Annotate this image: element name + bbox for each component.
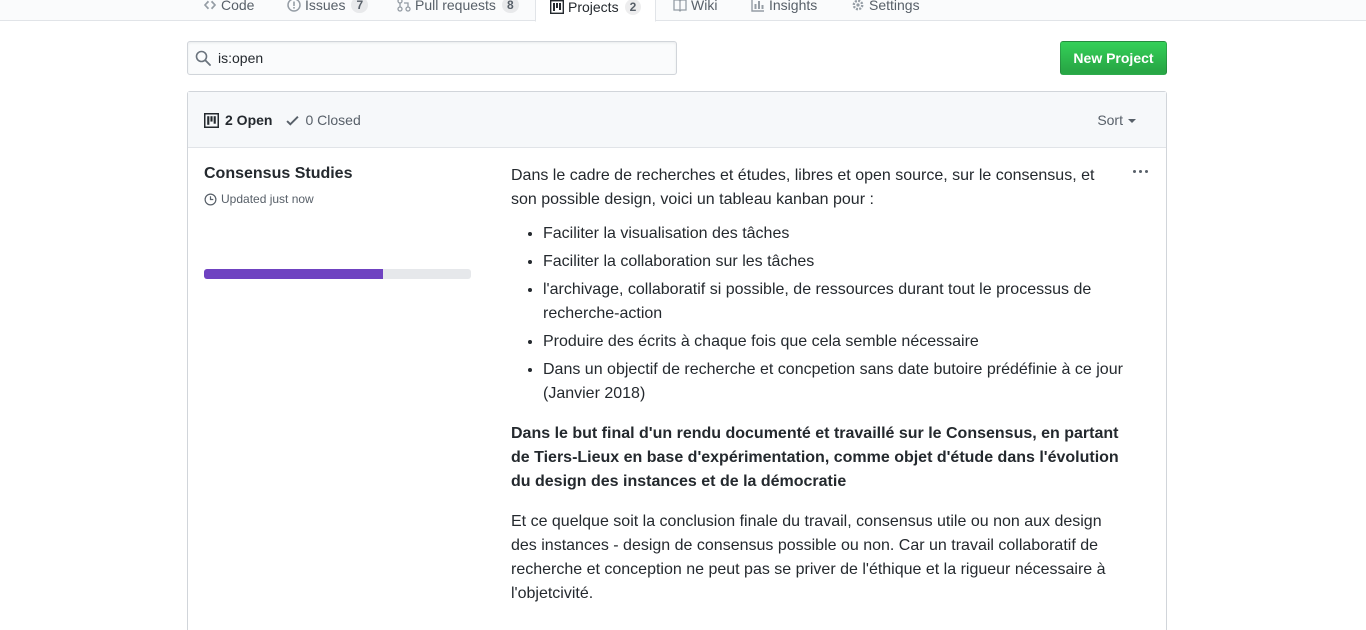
pull-request-icon: [397, 0, 411, 12]
tab-pull-requests-label: Pull requests: [415, 0, 496, 13]
code-icon: [203, 0, 217, 12]
description-goal: Dans le but final d'un rendu documenté e…: [511, 425, 1119, 490]
projects-count: 2: [624, 0, 642, 15]
project-updated: Updated just now: [204, 192, 314, 206]
tab-pull-requests[interactable]: Pull requests 8: [397, 0, 519, 21]
tab-insights-label: Insights: [769, 0, 818, 13]
new-project-button[interactable]: New Project: [1060, 41, 1167, 75]
project-icon: [204, 112, 219, 128]
gear-icon: [851, 0, 865, 12]
list-item: l'archivage, collaboratif si possible, d…: [543, 278, 1123, 326]
search-box: [187, 41, 677, 75]
tab-settings[interactable]: Settings: [851, 0, 920, 21]
repo-nav: Code Issues 7 Pull requests 8 Projects 2…: [0, 0, 1366, 22]
list-item: Faciliter la visualisation des tâches: [543, 222, 1123, 246]
tab-wiki-label: Wiki: [691, 0, 718, 13]
list-item: Dans un objectif de recherche et concpet…: [543, 358, 1123, 406]
updated-text: Updated just now: [221, 192, 314, 206]
tab-projects-label: Projects: [568, 0, 619, 15]
project-title-link[interactable]: Consensus Studies: [204, 165, 352, 183]
more-options-icon[interactable]: [1133, 170, 1148, 173]
open-filter[interactable]: 2 Open: [204, 112, 272, 128]
project-progress-bar: [204, 269, 471, 279]
issue-icon: [287, 0, 301, 12]
description-intro: Dans le cadre de recherches et études, l…: [511, 167, 1095, 208]
list-item: Produire des écrits à chaque fois que ce…: [543, 330, 1123, 354]
projects-list: 2 Open 0 Closed Sort Consensus Studies U…: [187, 91, 1167, 630]
projects-header: 2 Open 0 Closed Sort: [188, 92, 1166, 148]
state-filters: 2 Open 0 Closed: [204, 92, 375, 148]
graph-icon: [751, 0, 765, 12]
tab-issues-label: Issues: [305, 0, 346, 13]
sort-label: Sort: [1097, 112, 1123, 128]
pull-requests-count: 8: [501, 0, 519, 13]
list-item: Faciliter la collaboration sur les tâche…: [543, 250, 1123, 274]
project-icon: [550, 0, 564, 14]
check-icon: [286, 114, 300, 127]
closed-filter[interactable]: 0 Closed: [286, 112, 361, 128]
description-list: Faciliter la visualisation des tâches Fa…: [543, 222, 1123, 406]
sort-dropdown[interactable]: Sort: [1097, 92, 1136, 148]
search-icon: [188, 42, 218, 74]
tab-issues[interactable]: Issues 7: [287, 0, 369, 21]
issues-count: 7: [351, 0, 369, 13]
tab-settings-label: Settings: [869, 0, 920, 13]
progress-fill: [204, 269, 383, 279]
tab-insights[interactable]: Insights: [751, 0, 817, 21]
tab-projects[interactable]: Projects 2: [535, 0, 657, 22]
tab-wiki[interactable]: Wiki: [673, 0, 717, 21]
tab-code-label: Code: [221, 0, 255, 13]
description-conclusion: Et ce quelque soit la conclusion finale …: [511, 513, 1106, 602]
open-filter-label: 2 Open: [225, 112, 273, 128]
tab-code[interactable]: Code: [203, 0, 254, 21]
book-icon: [673, 0, 687, 12]
project-description: Dans le cadre de recherches et études, l…: [511, 164, 1123, 622]
search-input[interactable]: [218, 43, 658, 73]
clock-icon: [204, 193, 217, 206]
closed-filter-label: 0 Closed: [305, 112, 361, 128]
caret-down-icon: [1128, 119, 1136, 123]
project-row: Consensus Studies Updated just now Dans …: [188, 148, 1166, 628]
